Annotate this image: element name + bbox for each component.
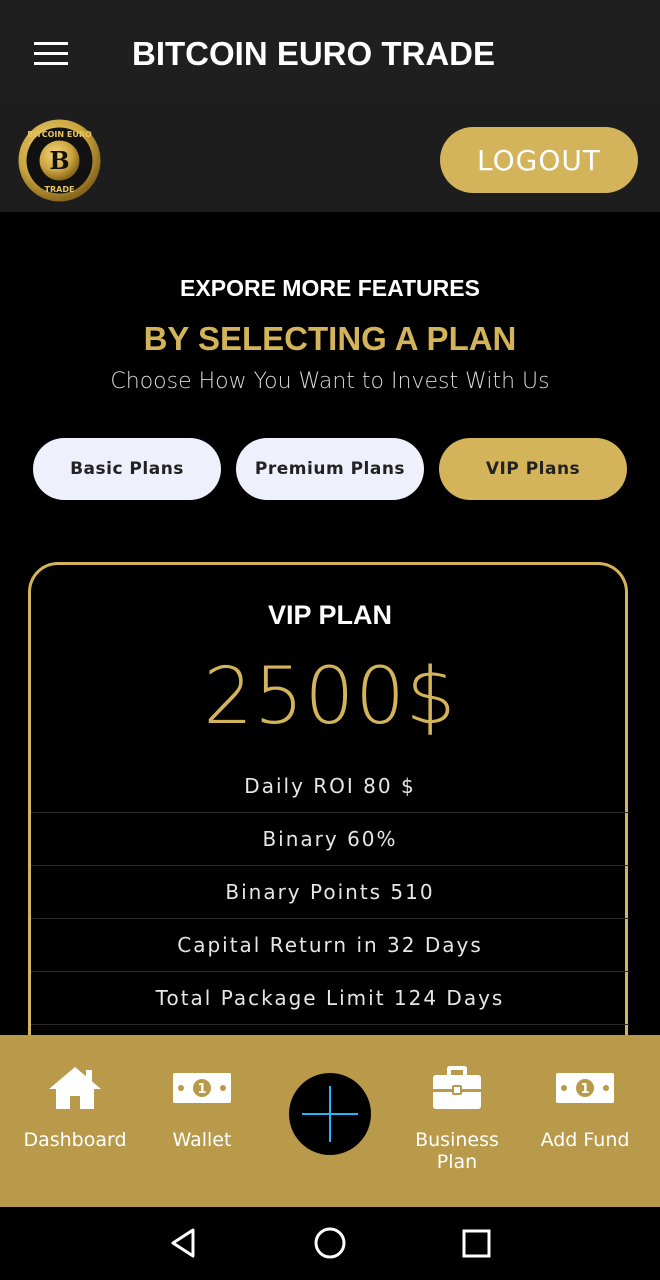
nav-business-plan-label: Business Plan [392, 1129, 522, 1173]
nav-business-plan[interactable]: Business Plan [392, 1035, 522, 1207]
home-circle-icon[interactable] [308, 1222, 352, 1266]
nav-add-fund[interactable]: 1 Add Fund [520, 1035, 650, 1207]
nav-wallet[interactable]: 1 Wallet [137, 1035, 267, 1207]
tab-vip-plans[interactable]: VIP Plans [439, 438, 627, 500]
back-icon[interactable] [161, 1222, 205, 1266]
logout-button[interactable]: LOGOUT [440, 127, 638, 193]
nav-wallet-label: Wallet [172, 1129, 232, 1151]
nav-business-label-line2: Plan [436, 1151, 478, 1173]
plan-feature-row: Binary 60% [31, 813, 629, 866]
tab-premium-plans[interactable]: Premium Plans [236, 438, 424, 500]
logo-text-bottom: TRADE [45, 185, 75, 194]
plan-feature-row: Total Package Limit 124 Days [31, 972, 629, 1025]
nav-dashboard-label: Dashboard [23, 1129, 127, 1151]
nav-dashboard[interactable]: Dashboard [10, 1035, 140, 1207]
app-title: BITCOIN EURO TRADE [132, 35, 495, 72]
plan-feature-row: Daily ROI 80 $ [31, 760, 629, 813]
features-description: Choose How You Want to Invest With Us [110, 369, 550, 394]
logo-text-top: BITCOIN EURO [27, 130, 92, 139]
logo-letter: B [49, 146, 69, 175]
recents-icon[interactable] [455, 1222, 499, 1266]
plan-price: 2500$ [203, 652, 457, 742]
tab-basic-plans[interactable]: Basic Plans [33, 438, 221, 500]
plus-icon [302, 1086, 358, 1142]
home-icon [49, 1067, 101, 1109]
brand-logo: B BITCOIN EURO TRADE [18, 119, 101, 202]
menu-icon[interactable] [30, 38, 70, 70]
nav-business-label-line1: Business [415, 1129, 499, 1151]
cash-icon: 1 [556, 1073, 614, 1103]
plan-feature-row: Binary Points 510 [31, 866, 629, 919]
nav-add-fund-label: Add Fund [540, 1129, 630, 1151]
features-subtitle: BY SELECTING A PLAN [143, 320, 517, 357]
briefcase-icon [433, 1066, 481, 1109]
features-title: EXPORE MORE FEATURES [180, 275, 480, 301]
add-button[interactable] [289, 1073, 371, 1155]
svg-text:1: 1 [197, 1082, 206, 1097]
cash-icon: 1 [173, 1073, 231, 1103]
svg-text:1: 1 [580, 1082, 589, 1097]
plan-feature-row: Capital Return in 32 Days [31, 919, 629, 972]
plan-name: VIP PLAN [267, 600, 393, 630]
